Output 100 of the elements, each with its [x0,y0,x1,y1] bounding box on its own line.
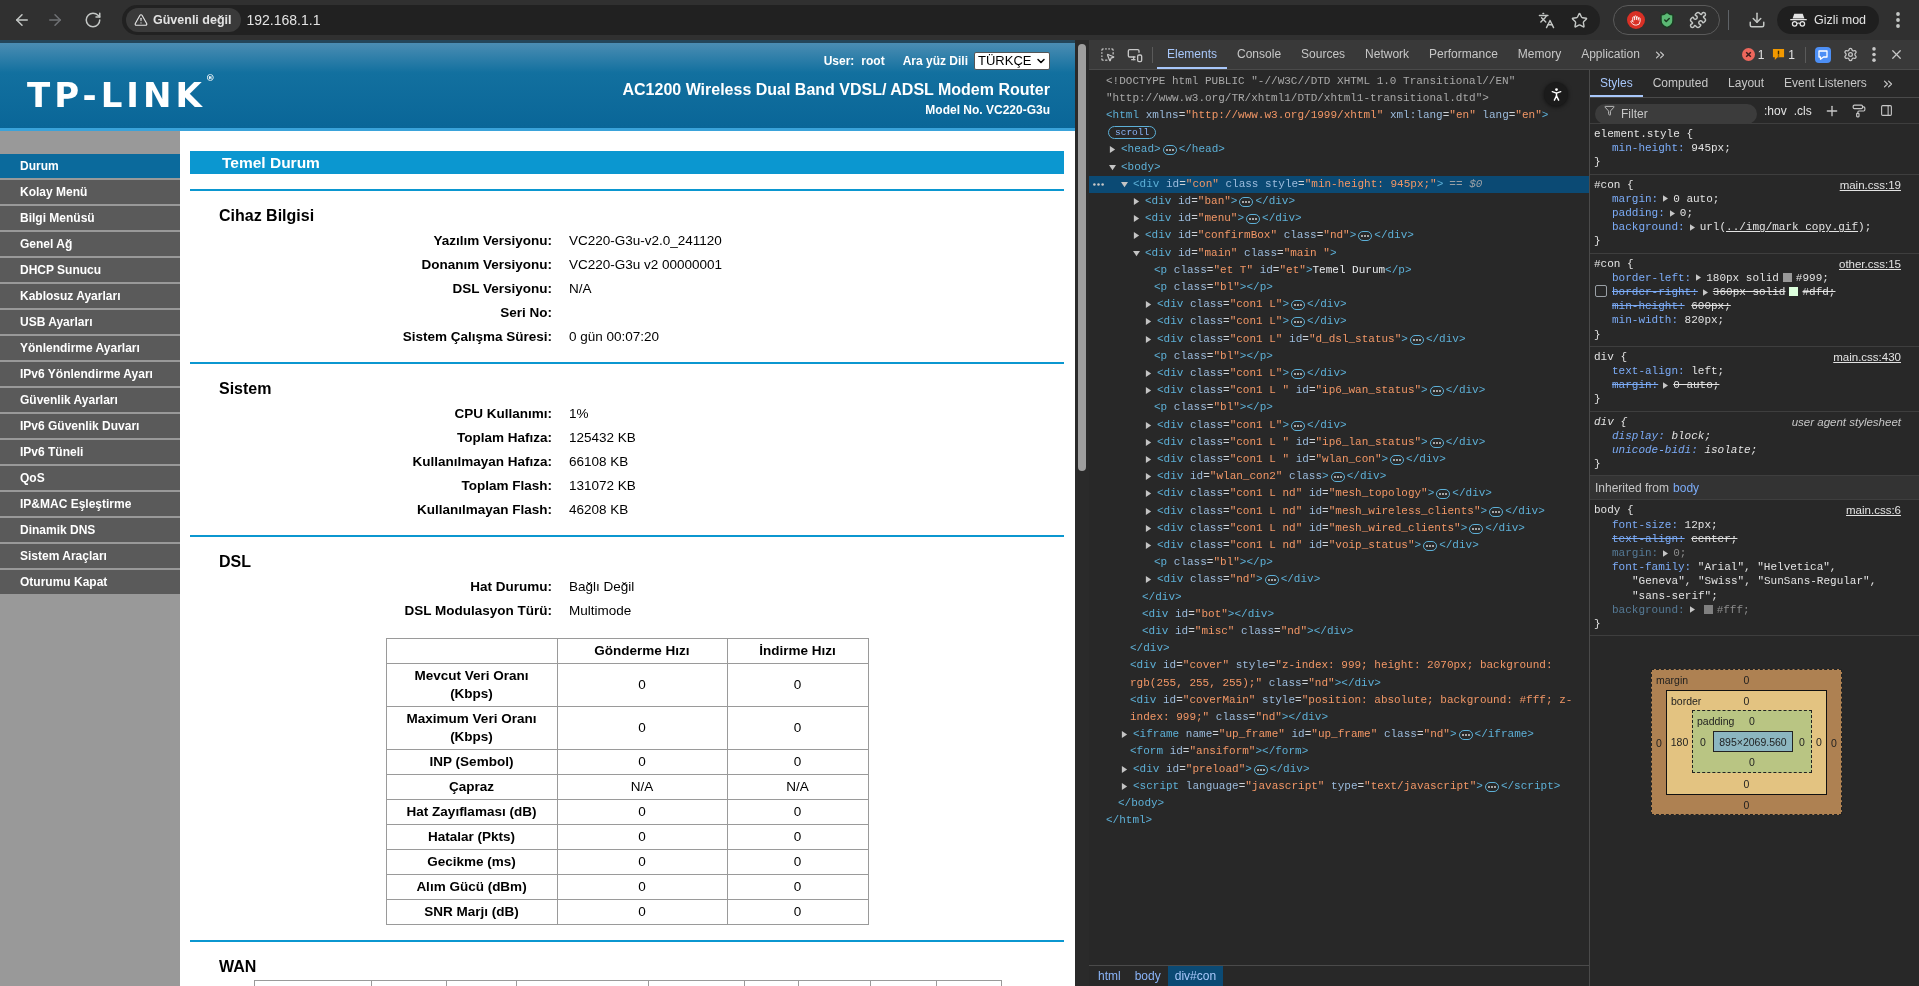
triangle-right-icon[interactable] [1121,765,1128,773]
hand-icon[interactable] [1626,11,1645,29]
ellipsis-pill-icon[interactable] [1291,368,1306,379]
devtools-tab[interactable]: Elements [1157,40,1228,69]
triangle-right-icon[interactable] [1121,731,1128,739]
triangle-right-icon[interactable] [1145,335,1152,343]
checkbox[interactable] [1595,285,1607,298]
profile-button[interactable]: Gizli mod [1777,6,1879,34]
stylesheet-link[interactable]: other.css:15 [1839,256,1901,271]
more-vertical-icon[interactable] [1872,47,1876,62]
menu-item[interactable]: USB Ayarları [0,310,180,334]
puzzle-icon[interactable] [1688,11,1707,29]
triangle-right-icon[interactable] [1663,195,1669,203]
menu-item[interactable]: Durum [0,154,180,178]
scrollbar-thumb[interactable] [1078,44,1086,471]
security-chip[interactable]: Güvenli değil [126,8,241,32]
ellipsis-pill-icon[interactable] [1246,214,1261,225]
triangle-right-icon[interactable] [1663,549,1669,557]
toggle-button[interactable]: :hov [1764,101,1787,120]
breadcrumb[interactable]: html [1091,966,1128,986]
devtools-tab[interactable]: Network [1355,40,1420,69]
styles-pane-tab[interactable]: Event Listeners [1774,70,1877,97]
devtools-tab[interactable]: Memory [1507,40,1572,69]
filter-field[interactable]: Filter [1595,103,1757,124]
triangle-right-icon[interactable] [1145,541,1152,549]
triangle-down-icon[interactable] [1133,249,1140,257]
errors-button[interactable]: 1 [1741,45,1765,64]
menu-item[interactable]: DHCP Sunucu [0,258,180,282]
triangle-right-icon[interactable] [1145,387,1152,395]
breadcrumb[interactable]: body [1127,966,1168,986]
ellipsis-pill-icon[interactable] [1330,472,1345,483]
chat-bubble-icon[interactable] [1815,46,1831,63]
menu-item[interactable]: Sistem Araçları [0,544,180,568]
ellipsis-pill-icon[interactable] [1162,145,1177,156]
menu-item[interactable]: Oturumu Kapat [0,570,180,594]
triangle-right-icon[interactable] [1109,146,1116,154]
triangle-right-icon[interactable] [1689,223,1695,231]
menu-item[interactable]: IP&MAC Eşleştirme [0,492,180,516]
triangle-right-icon[interactable] [1145,438,1152,446]
styles-pane-tab[interactable]: Computed [1642,70,1719,97]
paint-roller-icon[interactable] [1851,103,1866,118]
bookmark-star-icon[interactable] [1571,11,1588,29]
triangle-down-icon[interactable] [1109,163,1116,171]
menu-item[interactable]: Dinamik DNS [0,518,180,542]
warnings-button[interactable]: 1 [1772,45,1795,64]
triangle-right-icon[interactable] [1121,782,1128,790]
triangle-right-icon[interactable] [1145,369,1152,377]
menu-item[interactable]: Yönlendirme Ayarları [0,336,180,360]
ellipsis-pill-icon[interactable] [1253,764,1268,775]
ellipsis-pill-icon[interactable] [1291,420,1306,431]
ellipsis-pill-icon[interactable] [1484,781,1499,792]
triangle-right-icon[interactable] [1145,507,1152,515]
menu-item[interactable]: Kablosuz Ayarları [0,284,180,308]
menu-item[interactable]: QoS [0,466,180,490]
panel-right-icon[interactable] [1879,104,1893,117]
menu-item[interactable]: Bilgi Menüsü [0,206,180,230]
menu-item[interactable]: IPv6 Güvenlik Duvarı [0,414,180,438]
menu-item[interactable]: IPv6 Yönlendirme Ayarı [0,362,180,386]
accessibility-icon[interactable] [1544,82,1568,106]
ellipsis-pill-icon[interactable] [1436,489,1451,500]
language-select[interactable]: TÜRKÇE [974,52,1050,70]
triangle-right-icon[interactable] [1145,473,1152,481]
ellipsis-pill-icon[interactable] [1291,317,1306,328]
ellipsis-pill-icon[interactable] [1264,575,1279,586]
triangle-right-icon[interactable] [1145,318,1152,326]
monitor-phone-icon[interactable] [1127,46,1143,63]
menu-item[interactable]: Genel Ağ [0,232,180,256]
triangle-right-icon[interactable] [1689,606,1695,614]
ellipsis-pill-icon[interactable] [1458,730,1473,741]
ellipsis-pill-icon[interactable] [1239,196,1254,207]
more-vertical-icon[interactable] [1896,12,1900,28]
address-bar[interactable]: Güvenli değil 192.168.1.1 [122,5,1600,35]
ellipsis-pill-icon[interactable] [1291,300,1306,311]
ellipsis-pill-icon[interactable] [1390,454,1405,465]
url-link[interactable]: ../img/mark copy.gif [1726,221,1859,234]
ellipsis-pill-icon[interactable] [1358,231,1373,242]
ellipsis-pill-icon[interactable] [1429,386,1444,397]
triangle-right-icon[interactable] [1133,232,1140,240]
selected-tree-row[interactable]: <div id="con" class style="min-height: 945px;"> == $0 [1089,175,1589,193]
close-icon[interactable] [1889,47,1904,62]
pointer-dashed-square-icon[interactable] [1100,47,1115,62]
triangle-right-icon[interactable] [1145,455,1152,463]
devtools-tab[interactable]: Console [1227,40,1292,69]
shield-check-icon[interactable] [1657,11,1676,29]
stylesheet-link[interactable]: main.css:19 [1839,177,1901,192]
settings-icon[interactable] [1843,47,1858,62]
stylesheet-link[interactable]: main.css:430 [1833,349,1901,365]
triangle-right-icon[interactable] [1133,215,1140,223]
translate-icon[interactable] [1538,11,1555,29]
ellipsis-pill-icon[interactable] [1469,523,1484,534]
devtools-tab[interactable]: Application [1571,40,1650,69]
menu-item[interactable]: IPv6 Tüneli [0,440,180,464]
devtools-tab[interactable]: Sources [1291,40,1356,69]
triangle-down-icon[interactable] [1121,180,1128,188]
menu-item[interactable]: Kolay Menü [0,180,180,204]
triangle-right-icon[interactable] [1145,421,1152,429]
triangle-right-icon[interactable] [1702,288,1708,296]
triangle-right-icon[interactable] [1145,301,1152,309]
more-options-icon[interactable] [1093,182,1104,186]
toggle-button[interactable]: .cls [1793,101,1812,120]
